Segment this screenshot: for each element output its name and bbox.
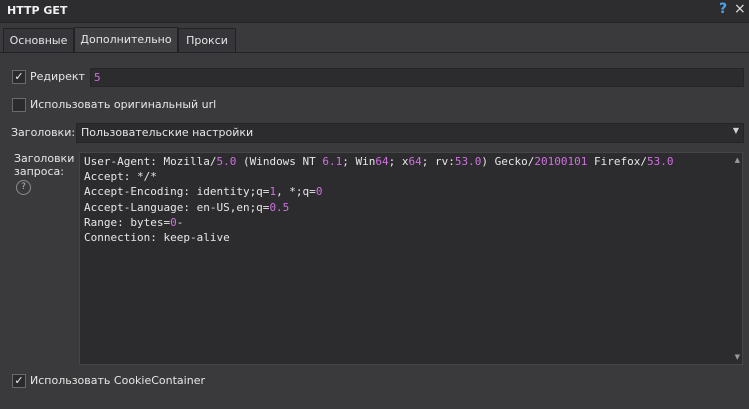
header-line: Range: bytes=0- — [84, 215, 184, 229]
chevron-down-icon: ▼ — [732, 126, 739, 135]
request-headers-textarea[interactable]: User-Agent: Mozilla/5.0 (Windows NT 6.1;… — [79, 152, 743, 365]
header-line: User-Agent: Mozilla/5.0 (Windows NT 6.1;… — [84, 155, 674, 168]
tab-advanced[interactable]: Дополнительно — [74, 27, 178, 53]
header-line: Accept-Encoding: identity;q=1, *;q=0 — [84, 185, 323, 199]
redirect-checkbox[interactable]: ✓ — [12, 70, 26, 84]
cookie-container-label: Использовать CookieContainer — [30, 374, 205, 387]
headers-select-label: Заголовки: — [11, 126, 76, 139]
help-icon[interactable]: ? — [719, 1, 727, 17]
request-headers-text: User-Agent: Mozilla/5.0 (Windows NT 6.1;… — [84, 154, 674, 245]
close-icon[interactable]: × — [734, 1, 746, 17]
scroll-up-icon[interactable]: ▲ — [735, 156, 740, 164]
scroll-down-icon[interactable]: ▼ — [735, 353, 740, 361]
header-line: Accept-Language: en-US,en;q=0.5 — [84, 200, 290, 214]
headers-select[interactable]: Пользовательские настройки ▼ — [76, 123, 744, 143]
tab-main[interactable]: Основные — [3, 28, 74, 53]
header-line: Accept: */* — [84, 170, 157, 184]
original-url-label: Использовать оригинальный url — [30, 98, 217, 111]
tab-divider — [0, 52, 749, 53]
redirect-count-value: 5 — [94, 71, 101, 84]
request-headers-label-line1: Заголовки — [14, 152, 75, 165]
original-url-checkbox[interactable] — [12, 98, 26, 112]
help-question-icon[interactable]: ? — [16, 180, 31, 195]
redirect-label: Редирект — [30, 70, 85, 83]
headers-select-value: Пользовательские настройки — [81, 126, 254, 139]
window-title: HTTP GET — [7, 4, 68, 17]
header-line: Connection: keep-alive — [84, 231, 230, 245]
title-bar: HTTP GET ? × — [0, 0, 749, 23]
cookie-container-checkbox[interactable]: ✓ — [12, 374, 26, 388]
tab-proxy[interactable]: Прокси — [178, 28, 236, 53]
request-headers-label-line2: запроса: — [14, 165, 64, 178]
redirect-count-field[interactable] — [90, 68, 744, 87]
